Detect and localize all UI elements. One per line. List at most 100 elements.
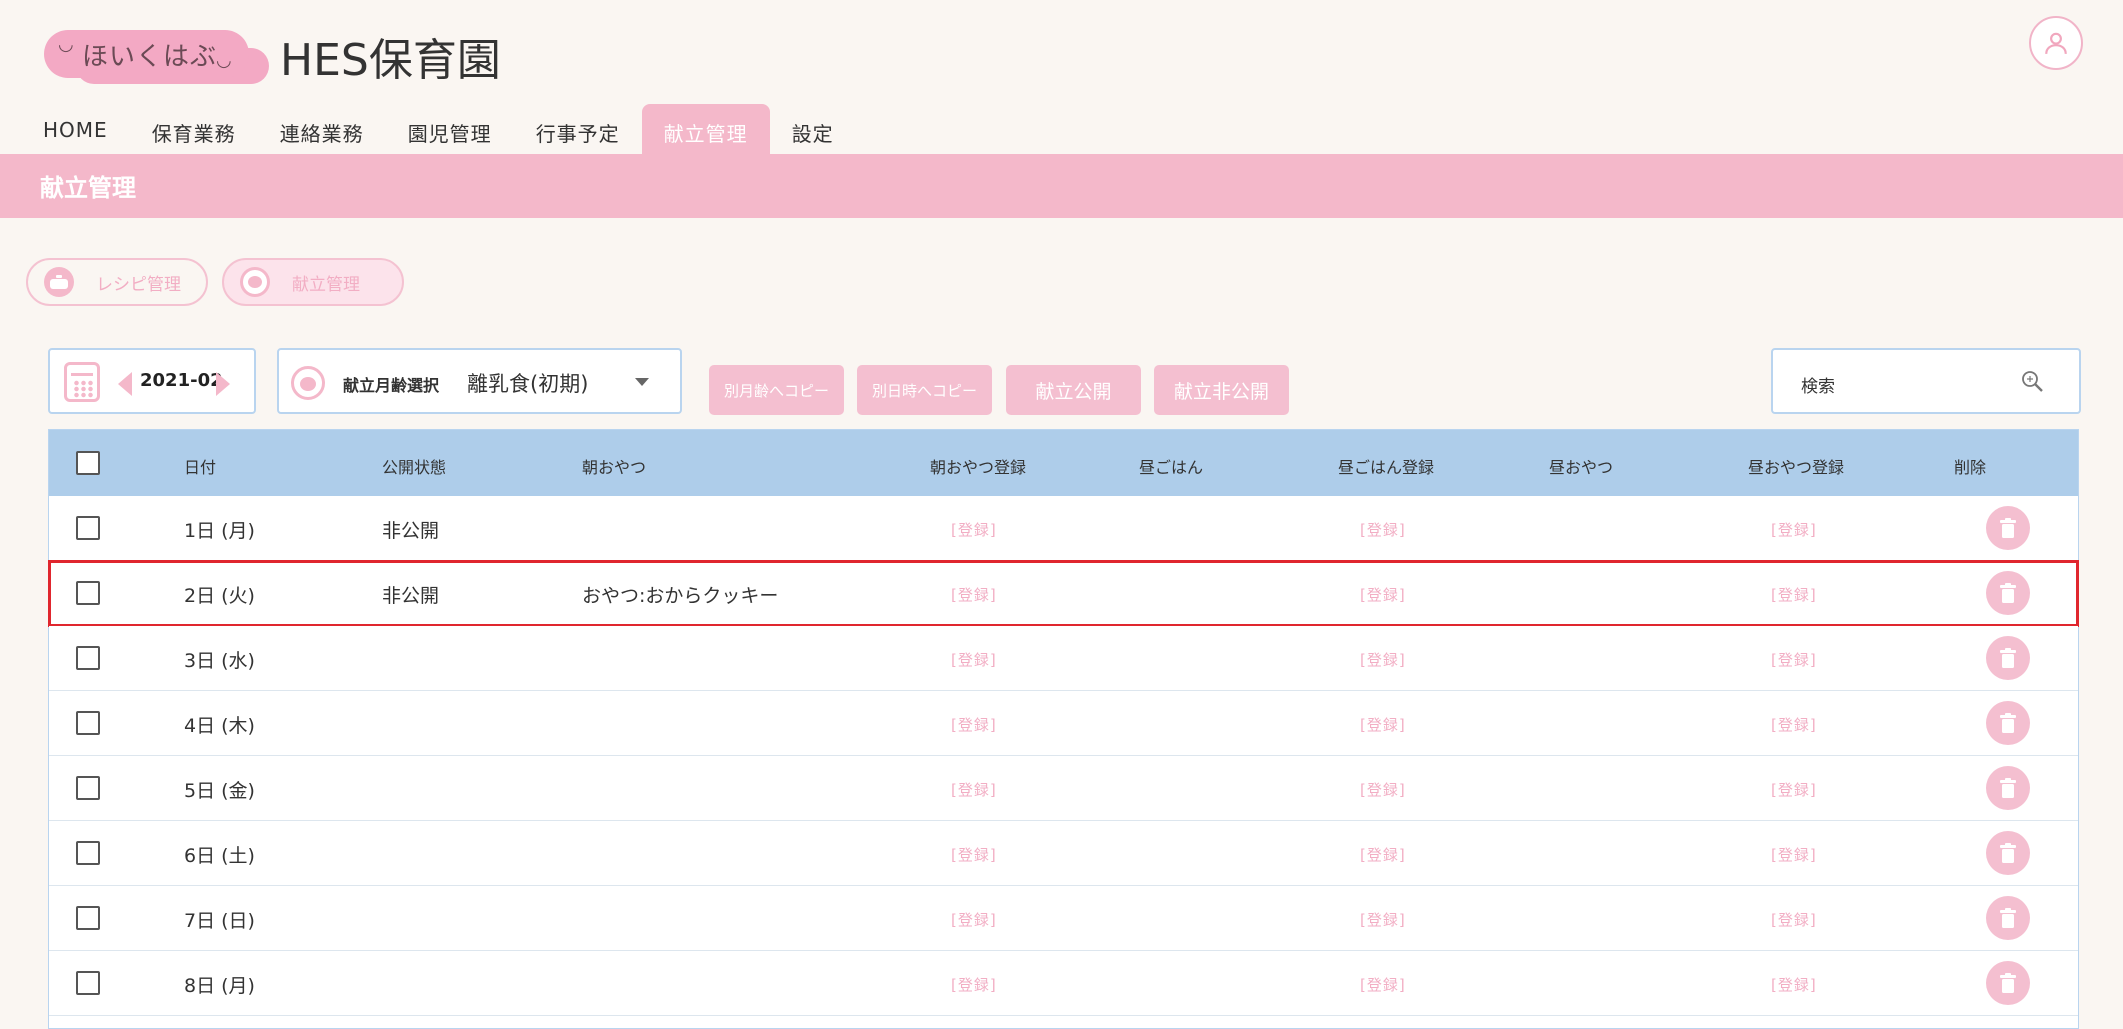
row-checkbox[interactable]: [76, 776, 100, 800]
register-lunch-link[interactable]: [登録]: [1360, 649, 1406, 670]
register-afternoon-snack-link[interactable]: [登録]: [1771, 714, 1817, 735]
register-lunch-link[interactable]: [登録]: [1360, 909, 1406, 930]
delete-row-button[interactable]: [1986, 766, 2030, 810]
table-row[interactable]: 7日 (日) [登録] [登録] [登録]: [49, 886, 2078, 951]
col-date: 日付: [184, 458, 217, 477]
trash-icon: [2000, 973, 2016, 993]
row-date: 2日 (火): [184, 585, 255, 607]
app-header: ◡ ほいくはぶ ◡ HES保育園: [0, 0, 2123, 104]
pot-icon: [44, 267, 74, 297]
table-row[interactable]: 5日 (金) [登録] [登録] [登録]: [49, 756, 2078, 821]
nav-childcare[interactable]: 保育業務: [130, 104, 258, 154]
col-afternoon-snack: 昼おやつ: [1549, 458, 1614, 477]
row-date: 8日 (月): [184, 975, 255, 997]
register-morning-snack-link[interactable]: [登録]: [951, 909, 997, 930]
register-morning-snack-link[interactable]: [登録]: [951, 714, 997, 735]
register-lunch-link[interactable]: [登録]: [1360, 584, 1406, 605]
register-morning-snack-link[interactable]: [登録]: [951, 649, 997, 670]
prev-month-arrow-icon[interactable]: [118, 372, 132, 396]
unpublish-menu-button[interactable]: 献立非公開: [1154, 365, 1289, 415]
register-lunch-link[interactable]: [登録]: [1360, 519, 1406, 540]
nav-events[interactable]: 行事予定: [514, 104, 642, 154]
age-select-label: 献立月齢選択: [343, 376, 440, 395]
row-checkbox[interactable]: [76, 516, 100, 540]
col-morning-snack: 朝おやつ: [582, 458, 647, 477]
table-row[interactable]: 6日 (土) [登録] [登録] [登録]: [49, 821, 2078, 886]
col-lunch-reg: 昼ごはん登録: [1338, 458, 1435, 477]
trash-icon: [2000, 648, 2016, 668]
copy-to-age-button[interactable]: 別月齢へコピー: [709, 365, 844, 415]
select-all-checkbox[interactable]: [76, 451, 100, 475]
row-checkbox[interactable]: [76, 711, 100, 735]
delete-row-button[interactable]: [1986, 831, 2030, 875]
row-checkbox[interactable]: [76, 841, 100, 865]
nav-contact[interactable]: 連絡業務: [258, 104, 386, 154]
user-account-button[interactable]: [2029, 16, 2083, 70]
register-afternoon-snack-link[interactable]: [登録]: [1771, 974, 1817, 995]
logo-smile-icon: ◡: [216, 50, 232, 71]
month-selector: 2021-02: [48, 348, 256, 414]
register-lunch-link[interactable]: [登録]: [1360, 714, 1406, 735]
register-morning-snack-link[interactable]: [登録]: [951, 844, 997, 865]
register-afternoon-snack-link[interactable]: [登録]: [1771, 584, 1817, 605]
menu-table: 日付 公開状態 朝おやつ 朝おやつ登録 昼ごはん 昼ごはん登録 昼おやつ 昼おや…: [48, 429, 2079, 1029]
register-lunch-link[interactable]: [登録]: [1360, 974, 1406, 995]
register-afternoon-snack-link[interactable]: [登録]: [1771, 519, 1817, 540]
register-afternoon-snack-link[interactable]: [登録]: [1771, 779, 1817, 800]
register-afternoon-snack-link[interactable]: [登録]: [1771, 909, 1817, 930]
delete-row-button[interactable]: [1986, 636, 2030, 680]
row-checkbox[interactable]: [76, 906, 100, 930]
logo-text: ほいくはぶ: [82, 42, 218, 72]
table-row[interactable]: 1日 (月) 非公開 [登録] [登録] [登録]: [49, 496, 2078, 561]
search-field[interactable]: 検索: [1771, 348, 2081, 414]
row-date: 4日 (木): [184, 715, 255, 737]
register-lunch-link[interactable]: [登録]: [1360, 779, 1406, 800]
row-date: 1日 (月): [184, 520, 255, 542]
copy-to-date-button[interactable]: 別日時へコピー: [857, 365, 992, 415]
delete-row-button[interactable]: [1986, 571, 2030, 615]
page-title: 献立管理: [40, 174, 136, 202]
delete-row-button[interactable]: [1986, 701, 2030, 745]
col-status: 公開状態: [382, 458, 447, 477]
register-lunch-link[interactable]: [登録]: [1360, 844, 1406, 865]
logo-smile-icon: ◡: [58, 34, 74, 55]
row-status: 非公開: [382, 520, 440, 542]
search-icon[interactable]: [2019, 368, 2045, 394]
calendar-icon[interactable]: [64, 362, 100, 402]
age-selector[interactable]: 献立月齢選択 離乳食(初期): [277, 348, 682, 414]
nav-settings[interactable]: 設定: [770, 104, 856, 154]
trash-icon: [2000, 843, 2016, 863]
menu-manage-button[interactable]: 献立管理: [222, 258, 404, 306]
table-header: 日付 公開状態 朝おやつ 朝おやつ登録 昼ごはん 昼ごはん登録 昼おやつ 昼おや…: [49, 430, 2078, 496]
register-morning-snack-link[interactable]: [登録]: [951, 584, 997, 605]
table-row[interactable]: 3日 (水) [登録] [登録] [登録]: [49, 626, 2078, 691]
register-afternoon-snack-link[interactable]: [登録]: [1771, 844, 1817, 865]
publish-menu-button[interactable]: 献立公開: [1006, 365, 1141, 415]
table-row[interactable]: 4日 (木) [登録] [登録] [登録]: [49, 691, 2078, 756]
row-checkbox[interactable]: [76, 646, 100, 670]
trash-icon: [2000, 583, 2016, 603]
delete-row-button[interactable]: [1986, 506, 2030, 550]
nav-home[interactable]: HOME: [0, 104, 130, 154]
col-delete: 削除: [1954, 458, 1987, 477]
nav-menu[interactable]: 献立管理: [641, 104, 770, 154]
register-morning-snack-link[interactable]: [登録]: [951, 779, 997, 800]
table-row[interactable]: 8日 (月) [登録] [登録] [登録]: [49, 951, 2078, 1016]
row-morning-snack: おやつ:おからクッキー: [582, 585, 779, 607]
recipe-manage-button[interactable]: レシピ管理: [26, 258, 208, 306]
row-checkbox[interactable]: [76, 581, 100, 605]
nav-children[interactable]: 園児管理: [386, 104, 514, 154]
register-afternoon-snack-link[interactable]: [登録]: [1771, 649, 1817, 670]
row-checkbox[interactable]: [76, 971, 100, 995]
delete-row-button[interactable]: [1986, 896, 2030, 940]
delete-row-button[interactable]: [1986, 961, 2030, 1005]
age-select-value: 離乳食(初期): [467, 372, 589, 396]
next-month-arrow-icon[interactable]: [216, 372, 230, 396]
register-morning-snack-link[interactable]: [登録]: [951, 974, 997, 995]
table-row[interactable]: 2日 (火) 非公開 おやつ:おからクッキー [登録] [登録] [登録]: [48, 560, 2079, 627]
menu-manage-label: 献立管理: [292, 274, 360, 295]
page-banner: 献立管理: [0, 154, 2123, 218]
register-morning-snack-link[interactable]: [登録]: [951, 519, 997, 540]
app-logo[interactable]: ◡ ほいくはぶ ◡: [44, 30, 249, 78]
main-nav: HOME 保育業務 連絡業務 園児管理 行事予定 献立管理 設定: [0, 104, 856, 154]
